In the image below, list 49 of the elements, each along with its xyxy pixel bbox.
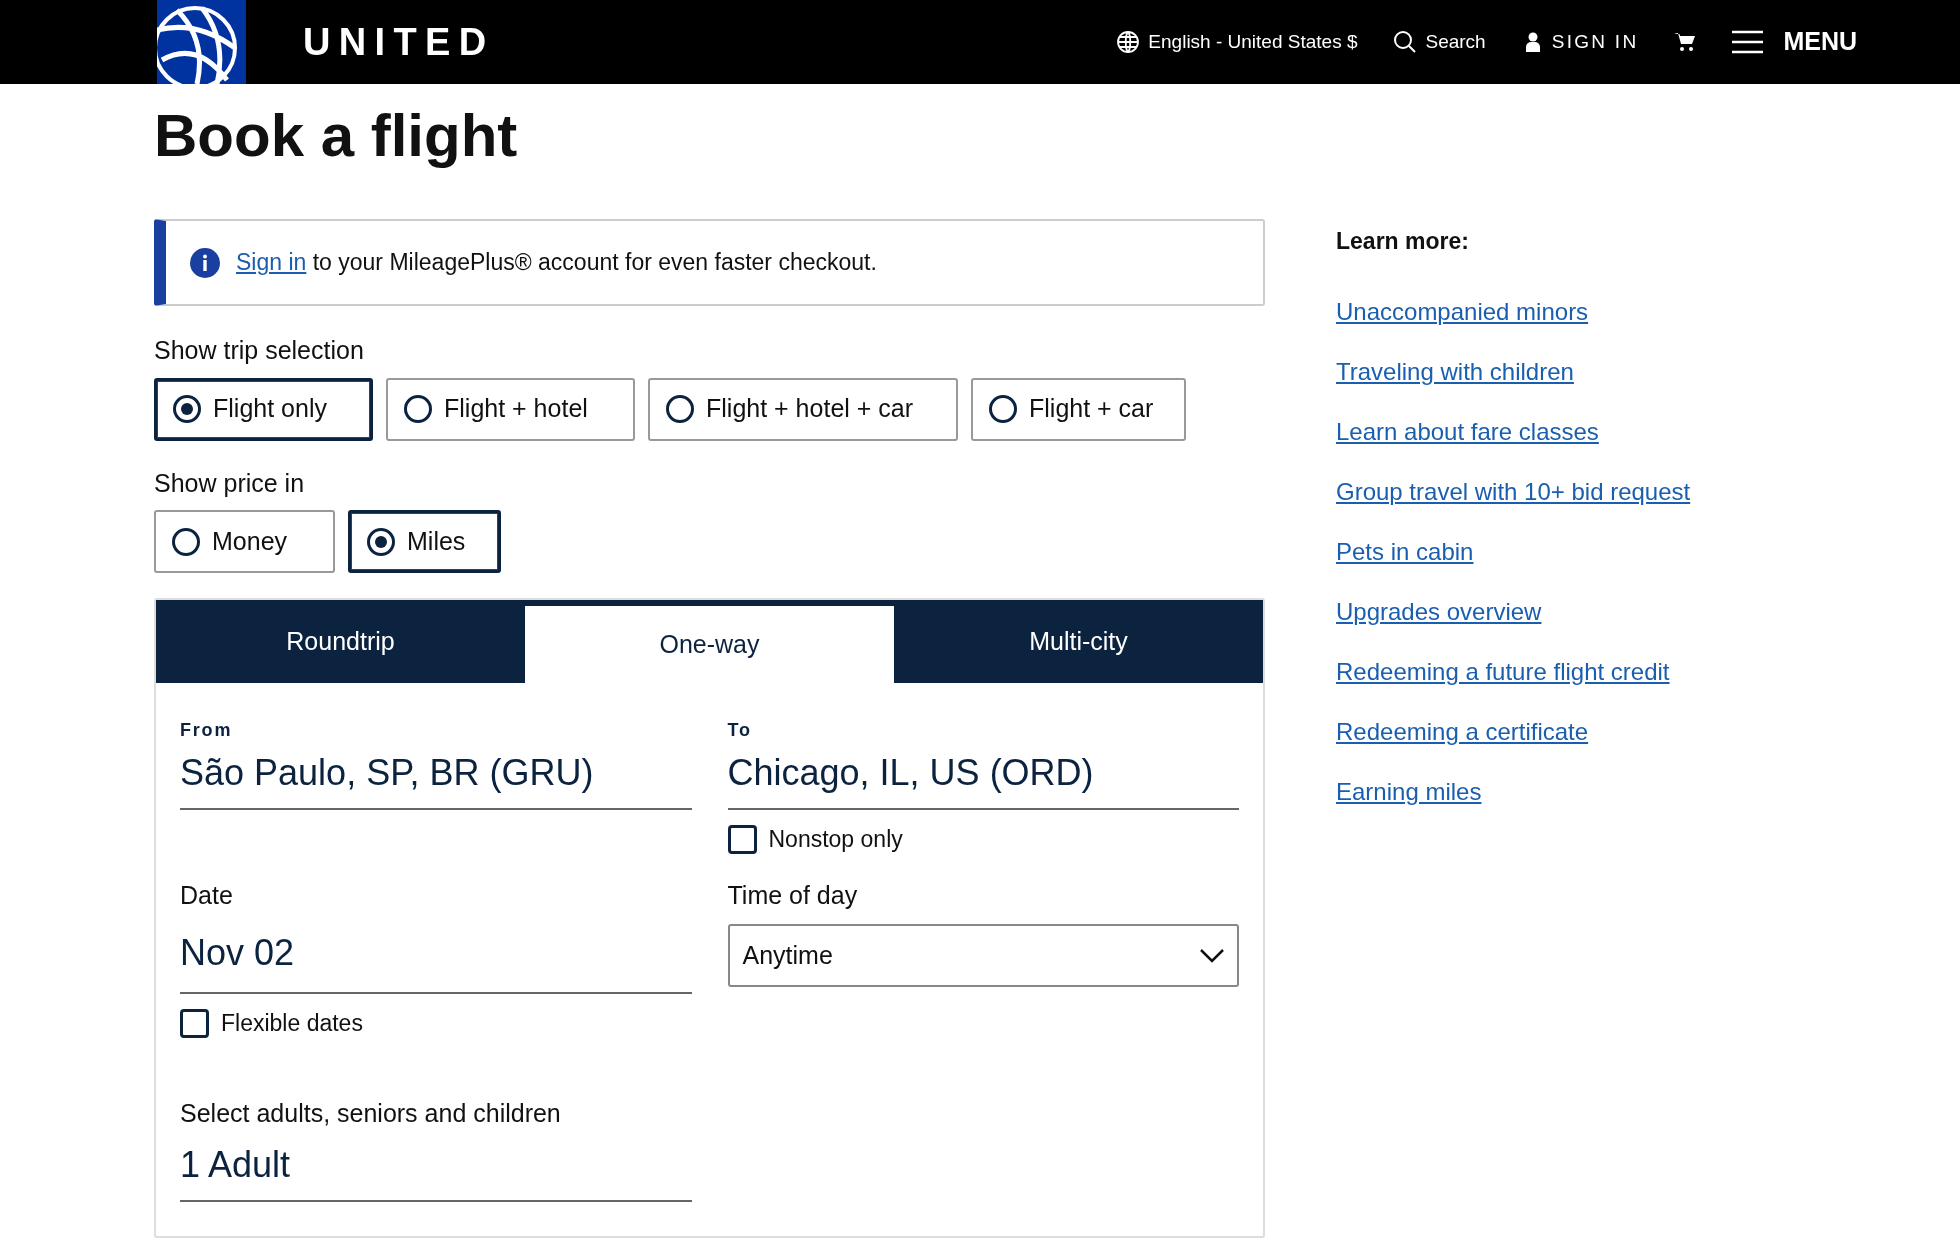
radio-option[interactable]: Flight only	[154, 377, 373, 441]
checkbox[interactable]	[727, 824, 757, 854]
date-field[interactable]: Nov 02	[180, 926, 692, 994]
cart-icon[interactable]	[1674, 32, 1697, 52]
trip-type-tab[interactable]: Multi-city	[894, 600, 1263, 683]
field-label: Time of day	[727, 879, 859, 911]
search-icon	[1393, 30, 1418, 54]
menu-link[interactable]: MENU	[1783, 23, 1857, 61]
learn-more-link[interactable]: Traveling with children	[1336, 354, 1691, 388]
search-link[interactable]: Search	[1425, 27, 1486, 57]
learn-more-heading: Learn more:	[1336, 227, 1470, 256]
time-of-day-select[interactable]: Anytime	[727, 924, 1239, 987]
menu-icon[interactable]	[1732, 30, 1764, 54]
checkbox-label: Flexible dates	[221, 1009, 363, 1038]
trip-type-tab[interactable]: Roundtrip	[156, 600, 525, 683]
checkbox-label: Nonstop only	[768, 825, 903, 854]
radio-option[interactable]: Miles	[348, 510, 501, 573]
learn-more-link[interactable]: Earning miles	[1336, 774, 1691, 808]
language-link[interactable]: English - United States $	[1148, 27, 1358, 57]
person-icon	[1525, 32, 1540, 52]
price-in-label: Show price in	[154, 467, 306, 499]
travelers-field[interactable]: 1 Adult	[180, 1138, 692, 1202]
learn-more-link[interactable]: Unaccompanied minors	[1336, 294, 1691, 328]
learn-more-link[interactable]: Group travel with 10+ bid request	[1336, 474, 1691, 508]
field-label: Date	[180, 879, 234, 911]
info-message: Sign in to your MileagePlus® account for even faster checkout.	[236, 248, 877, 278]
field-label: To	[727, 719, 753, 742]
learn-more-link[interactable]: Upgrades overview	[1336, 594, 1691, 628]
checkbox[interactable]	[180, 1008, 209, 1038]
learn-more-link[interactable]: Redeeming a certificate	[1336, 714, 1691, 748]
radio-option[interactable]: Flight + car	[971, 377, 1186, 441]
globe-icon	[1116, 30, 1141, 54]
field-label: From	[180, 719, 234, 742]
learn-more-link[interactable]: Redeeming a future flight credit	[1336, 654, 1691, 688]
origin-field[interactable]: São Paulo, SP, BR (GRU)	[180, 746, 692, 810]
destination-field[interactable]: Chicago, IL, US (ORD)	[727, 746, 1239, 810]
page-title: Book a flight	[154, 106, 519, 166]
learn-more-link[interactable]: Pets in cabin	[1336, 534, 1691, 568]
info-icon	[190, 247, 220, 278]
trip-selection-label: Show trip selection	[154, 335, 365, 366]
field-label: Select adults, seniors and children	[180, 1097, 562, 1129]
chevron-down-icon	[1200, 948, 1224, 963]
learn-more-link[interactable]: Learn about fare classes	[1336, 414, 1691, 448]
radio-option[interactable]: Flight + hotel	[386, 377, 635, 441]
brand-wordmark[interactable]: UNITED	[303, 13, 495, 71]
sign-in-link[interactable]: SIGN IN	[1551, 27, 1639, 57]
sign-in-link[interactable]: Sign in	[236, 249, 307, 276]
radio-option[interactable]: Money	[154, 510, 335, 573]
radio-option[interactable]: Flight + hotel + car	[648, 377, 958, 441]
